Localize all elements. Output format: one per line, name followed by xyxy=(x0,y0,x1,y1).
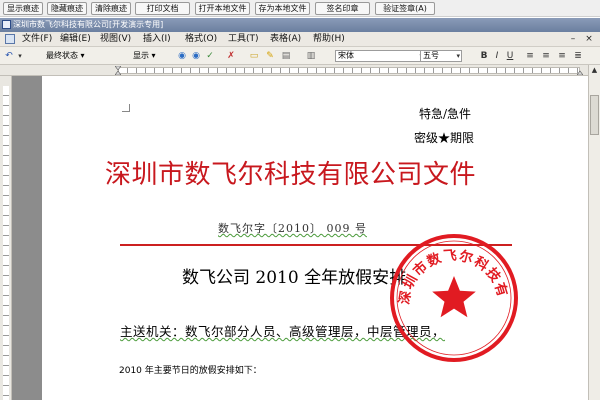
justify-icon[interactable]: ≣ xyxy=(572,50,584,62)
bold-icon[interactable]: B xyxy=(478,50,490,62)
document-number: 数飞尔字〔2010〕 009 号 xyxy=(218,222,367,235)
next-change-icon[interactable]: ◉ xyxy=(190,50,202,62)
menu-tools[interactable]: 工具(T) xyxy=(228,33,259,46)
verify-seal-button[interactable]: 验证签章(A) xyxy=(375,2,435,15)
right-indent-marker-icon[interactable] xyxy=(577,66,583,75)
align-center-icon[interactable]: ≡ xyxy=(540,50,552,62)
menu-help[interactable]: 帮助(H) xyxy=(313,33,345,46)
track-state-label[interactable]: 最终状态 ▾ xyxy=(46,50,85,62)
document-page[interactable]: 特急/急件 密级★期限 深圳市数飞尔科技有限公司文件 数飞尔字〔2010〕 00… xyxy=(42,76,588,400)
font-size-select[interactable]: 五号 ▾ xyxy=(420,50,462,62)
document-menu-icon[interactable] xyxy=(5,34,15,44)
secret-level-label: 密级★期限 xyxy=(414,131,475,145)
italic-icon[interactable]: I xyxy=(491,50,503,62)
minimize-icon[interactable]: – xyxy=(568,35,578,44)
underline-icon[interactable]: U xyxy=(504,50,516,62)
menu-file[interactable]: 文件(F) xyxy=(22,33,52,46)
vertical-ruler-scale xyxy=(3,86,9,400)
previous-change-icon[interactable]: ◉ xyxy=(176,50,188,62)
track-state-value: 最终状态 xyxy=(46,51,78,60)
formatting-toolbar: ↶ ▾ 最终状态 ▾ 显示 ▾ ◉ ◉ ✓ ✗ ▭ ✎ ▤ ▥ 宋体▾ 五号▾ … xyxy=(0,47,600,65)
document-subject: 数飞公司 2010 全年放假安排 xyxy=(182,268,407,288)
clear-revisions-button[interactable]: 清除痕迹 xyxy=(91,2,131,15)
body-line: 2010 年主要节日的放假安排如下： xyxy=(119,366,262,376)
track-changes-icon[interactable]: ▤ xyxy=(280,50,292,62)
document-area[interactable]: 特急/急件 密级★期限 深圳市数飞尔科技有限公司文件 数飞尔字〔2010〕 00… xyxy=(12,76,588,400)
menu-table[interactable]: 表格(A) xyxy=(270,33,301,46)
reject-change-icon[interactable]: ✗ xyxy=(225,50,237,62)
signature-seal-button[interactable]: 签名印章 xyxy=(315,2,370,15)
ruler-scale xyxy=(118,67,580,74)
horizontal-ruler[interactable] xyxy=(0,65,600,76)
menu-bar: 文件(F) 编辑(E) 视图(V) 插入(I) 格式(O) 工具(T) 表格(A… xyxy=(0,32,600,47)
show-revisions-button[interactable]: 显示痕迹 xyxy=(3,2,43,15)
scrollbar-thumb[interactable] xyxy=(590,95,599,135)
window-title: 深圳市数飞尔科技有限公司[开发演示专用] xyxy=(13,20,164,29)
show-label: 显示 xyxy=(133,51,149,60)
align-left-icon[interactable]: ≡ xyxy=(524,50,536,62)
accept-change-icon[interactable]: ✓ xyxy=(204,50,216,62)
open-local-file-button[interactable]: 打开本地文件 xyxy=(195,2,250,15)
vertical-ruler xyxy=(0,76,12,400)
scroll-up-icon[interactable]: ▲ xyxy=(590,66,599,75)
official-seal: 深圳市数飞尔科技有限公司 xyxy=(387,231,518,362)
document-header-title: 深圳市数飞尔科技有限公司文件 xyxy=(105,160,477,190)
menu-edit[interactable]: 编辑(E) xyxy=(60,33,91,46)
save-local-file-button[interactable]: 存为本地文件 xyxy=(255,2,310,15)
word-app-icon xyxy=(2,20,11,29)
window-title-bar: 深圳市数飞尔科技有限公司[开发演示专用] xyxy=(0,18,600,32)
show-markup-dropdown[interactable]: 显示 ▾ xyxy=(133,50,156,62)
urgency-label: 特急/急件 xyxy=(419,107,472,121)
highlight-icon[interactable]: ✎ xyxy=(264,50,276,62)
new-comment-icon[interactable]: ▭ xyxy=(248,50,260,62)
vertical-scrollbar[interactable]: ▲ xyxy=(588,65,600,400)
close-icon[interactable]: × xyxy=(584,35,594,44)
align-right-icon[interactable]: ≡ xyxy=(556,50,568,62)
menu-view[interactable]: 视图(V) xyxy=(100,33,131,46)
indent-marker-icon[interactable] xyxy=(115,66,121,75)
chevron-down-icon: ▾ xyxy=(456,52,460,60)
print-document-button[interactable]: 打印文档 xyxy=(135,2,190,15)
hide-revisions-button[interactable]: 隐藏痕迹 xyxy=(47,2,87,15)
menu-insert[interactable]: 插入(I) xyxy=(143,33,171,46)
font-name-value: 宋体 xyxy=(338,51,354,60)
menu-format[interactable]: 格式(O) xyxy=(185,33,217,46)
custom-button-bar: 显示痕迹 隐藏痕迹 清除痕迹 打印文档 打开本地文件 存为本地文件 签名印章 验… xyxy=(0,0,600,17)
font-size-value: 五号 xyxy=(423,51,439,60)
crop-mark-top-left xyxy=(122,104,130,112)
seal-star-icon xyxy=(432,276,476,318)
undo-dropdown-icon[interactable]: ▾ xyxy=(14,50,26,62)
font-name-select[interactable]: 宋体▾ xyxy=(335,50,425,62)
reviewing-pane-icon[interactable]: ▥ xyxy=(305,50,317,62)
